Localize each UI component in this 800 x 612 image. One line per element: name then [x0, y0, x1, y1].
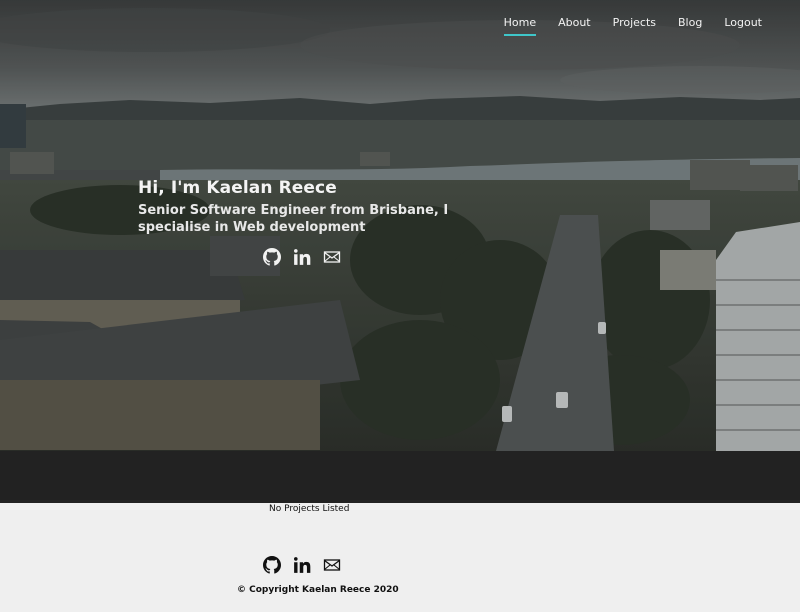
nav-home[interactable]: Home [503, 16, 537, 36]
footer-social-links [263, 556, 341, 574]
hero-section: Home About Projects Blog Logout Hi, I'm … [0, 0, 800, 451]
nav-blog[interactable]: Blog [678, 16, 702, 34]
nav-projects[interactable]: Projects [613, 16, 656, 34]
linkedin-icon[interactable] [293, 556, 311, 574]
nav-logout[interactable]: Logout [724, 16, 762, 34]
projects-empty-message: No Projects Listed [269, 504, 350, 514]
hero-intro: Hi, I'm Kaelan Reece Senior Software Eng… [138, 177, 483, 236]
top-nav: Home About Projects Blog Logout [503, 16, 762, 36]
hero-heading: Hi, I'm Kaelan Reece [138, 178, 337, 198]
github-icon[interactable] [263, 248, 281, 266]
linkedin-icon[interactable] [293, 248, 311, 266]
mail-icon[interactable] [323, 248, 341, 266]
hero-subheading: Senior Software Engineer from Brisbane, … [138, 203, 449, 235]
hero-social-links [263, 248, 341, 266]
github-icon[interactable] [263, 556, 281, 574]
nav-about[interactable]: About [558, 16, 591, 34]
copyright-text: © Copyright Kaelan Reece 2020 [237, 585, 399, 595]
mail-icon[interactable] [323, 556, 341, 574]
section-divider-band [0, 451, 800, 503]
